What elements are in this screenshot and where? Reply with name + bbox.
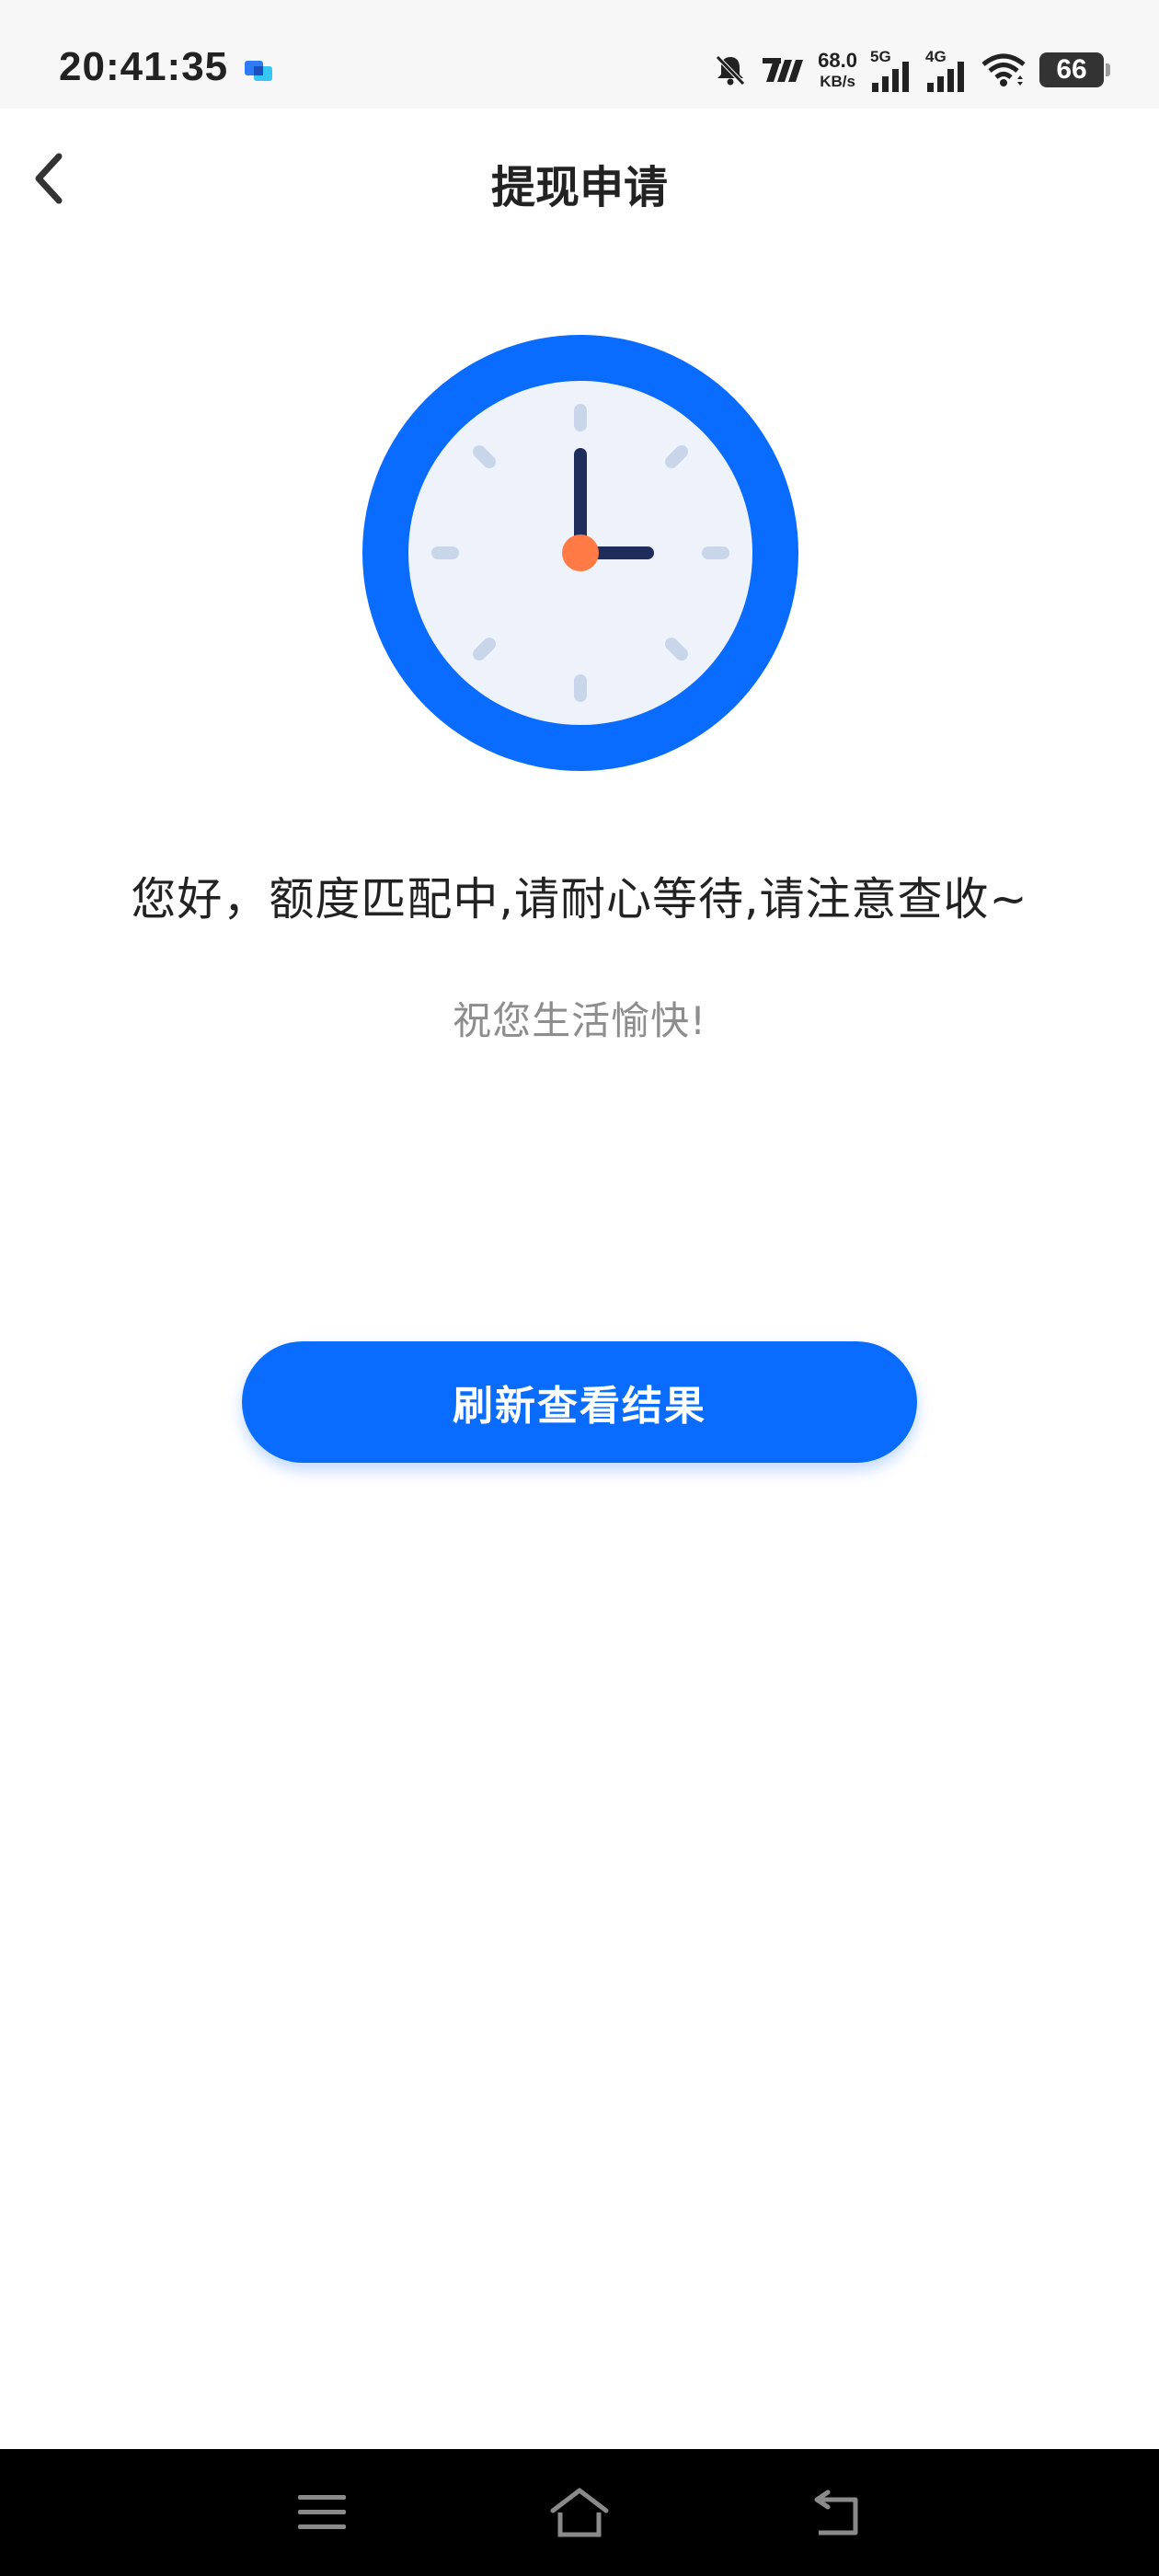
signal-bars-icon [872, 61, 909, 92]
menu-nav-button[interactable] [285, 2480, 359, 2545]
status-message: 您好，额度匹配中,请耐心等待,请注意查收~ [131, 873, 1028, 926]
menu-icon [298, 2495, 346, 2529]
header: 提现申请 [0, 109, 1159, 247]
network-speed-value: 68.0 [818, 49, 857, 72]
page-title: 提现申请 [490, 162, 668, 213]
signal-4g: 4G [925, 49, 968, 92]
back-nav-button[interactable] [800, 2480, 874, 2545]
network-speed-unit: KB/s [820, 73, 855, 90]
status-time: 20:41:35 [59, 44, 229, 89]
clock-illustration [362, 335, 798, 771]
greeting-message: 祝您生活愉快! [453, 998, 706, 1043]
system-nav-bar [0, 2449, 1159, 2576]
wifi-icon [981, 52, 1027, 88]
network-speed: 68.0 KB/s [818, 49, 857, 90]
mute-bell-icon [713, 52, 748, 87]
hd-voice-icon [761, 56, 805, 84]
home-nav-button[interactable] [543, 2480, 616, 2545]
return-icon [814, 2490, 858, 2536]
refresh-result-button[interactable]: 刷新查看结果 [242, 1341, 917, 1463]
clock-icon [362, 335, 798, 771]
status-icons: 68.0 KB/s 5G 4G 66 [713, 44, 1110, 96]
home-icon [550, 2488, 609, 2537]
status-bar: 20:41:35 68.0 KB/s 5G 4G 66 [0, 0, 1159, 109]
message-app-icon [245, 59, 272, 83]
signal-5g: 5G [870, 49, 912, 92]
screen: 20:41:35 68.0 KB/s 5G 4G 66 提现申请 您好，额度匹配… [0, 0, 1159, 2576]
signal-bars-icon [927, 61, 964, 92]
battery-indicator: 66 [1039, 52, 1110, 87]
